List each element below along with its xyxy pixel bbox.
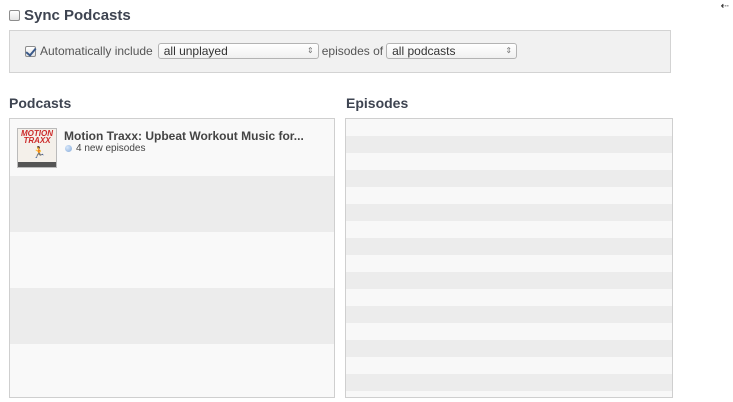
podcast-name: Motion Traxx: Upbeat Workout Music for..… (64, 129, 304, 143)
empty-row (346, 187, 672, 204)
empty-row (10, 288, 334, 344)
artwork-bar (18, 162, 56, 167)
podcast-list[interactable]: MOTION TRAXX 🏃 Motion Traxx: Upbeat Work… (9, 118, 335, 398)
arrow-icon[interactable]: ⇠ (721, 1, 729, 12)
empty-row (346, 357, 672, 374)
empty-row (10, 344, 334, 397)
podcast-scope-select[interactable]: all podcasts ⇕ (386, 43, 518, 59)
empty-row (10, 176, 334, 232)
sync-options-panel: Automatically include all unplayed ⇕ epi… (9, 30, 671, 73)
podcast-artwork: MOTION TRAXX 🏃 (17, 128, 57, 168)
empty-row (346, 119, 672, 136)
new-episode-dot-icon (65, 145, 72, 152)
episode-count-text: 4 new episodes (76, 143, 146, 154)
empty-row (346, 391, 672, 397)
select-arrows-icon: ⇕ (307, 46, 314, 55)
artwork-logo-text: MOTION TRAXX (21, 129, 53, 145)
empty-row (346, 238, 672, 255)
empty-row (346, 204, 672, 221)
select-arrows-icon: ⇕ (505, 46, 513, 55)
episodes-section-title: Episodes (346, 95, 409, 111)
empty-row (346, 323, 672, 340)
episodes-of-label: episodes of (321, 44, 384, 58)
podcast-scope-value: all podcasts (392, 44, 456, 58)
runner-icon: 🏃 (32, 147, 46, 159)
empty-row (346, 374, 672, 391)
auto-include-checkbox[interactable] (25, 45, 36, 57)
auto-include-row: Automatically include all unplayed ⇕ epi… (25, 43, 520, 59)
podcast-episode-count: 4 new episodes (64, 143, 146, 154)
episode-count-select[interactable]: all unplayed ⇕ (157, 43, 319, 59)
empty-row (346, 306, 672, 323)
podcasts-section-title: Podcasts (9, 95, 72, 111)
sync-podcasts-title: Sync Podcasts (24, 7, 131, 24)
auto-include-label: Automatically include (40, 44, 153, 58)
empty-row (10, 232, 334, 288)
empty-row (346, 136, 672, 153)
empty-row (346, 221, 672, 238)
episode-list[interactable] (345, 118, 673, 398)
empty-row (346, 289, 672, 306)
list-item[interactable]: MOTION TRAXX 🏃 Motion Traxx: Upbeat Work… (10, 119, 334, 176)
empty-row (346, 272, 672, 289)
empty-row (346, 340, 672, 357)
empty-row (346, 170, 672, 187)
empty-row (346, 255, 672, 272)
empty-row (346, 153, 672, 170)
sync-podcasts-checkbox[interactable] (9, 10, 20, 21)
episode-count-value: all unplayed (163, 44, 228, 58)
sync-podcasts-header: Sync Podcasts (9, 7, 131, 24)
